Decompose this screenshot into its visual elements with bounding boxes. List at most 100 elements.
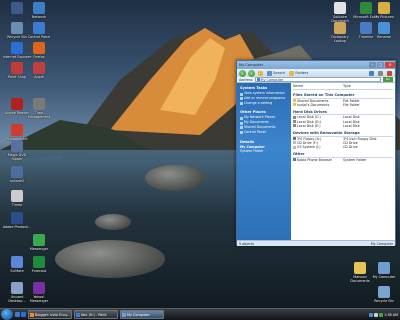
desktop-icon[interactable]: My Pictures [370,2,398,19]
desktop-icon-label: Mahoon Documents [350,275,370,283]
desktop-icon[interactable]: Rename [370,22,398,39]
cut-button[interactable] [377,70,384,76]
app-icon [33,98,45,110]
status-object-count: 9 objects [239,241,255,246]
desktop-icon[interactable]: Magic DVD Ripper [2,140,32,161]
desktop-icon-label: Forecast [31,269,47,273]
file-name-cell: Nokia Phone Browser [293,158,343,162]
drive-icon [293,141,296,145]
maximize-button[interactable]: □ [377,62,384,68]
column-headers: Name Type [293,84,393,90]
taskbar-button[interactable]: My Computer [120,310,164,319]
column-type-header[interactable]: Type [343,84,351,88]
file-row[interactable]: Local Disk (E:) Local Disk [293,124,393,128]
desktop-icon[interactable]: Recycle Bin [370,286,398,303]
desktop-icon-label: Network [31,15,47,19]
forward-button[interactable]: › [248,69,255,77]
desktop-icon[interactable]: PhotoImpact [2,124,32,141]
network-icon[interactable] [369,312,374,317]
file-row[interactable]: Nokia Phone Browser System Folder [293,158,393,162]
desktop-icon-label: Dictionary Lookup [331,35,349,43]
task-icon [240,102,243,106]
drive-icon [293,158,296,162]
start-button[interactable] [1,309,13,320]
search-icon [267,70,272,76]
desktop-icon[interactable]: Forecast [24,256,54,273]
column-name-header[interactable]: Name [293,84,343,88]
app-icon [11,62,23,74]
program-icon [122,312,126,317]
app-icon [33,282,45,294]
volume-icon[interactable] [374,312,379,317]
taskbar-button[interactable]: Blogger: bvlsi Ency... [28,310,72,319]
desktop-icon[interactable]: Apple [24,62,54,79]
wallpaper-rock [95,214,131,230]
system-task[interactable]: Change a setting [240,101,288,106]
folders-button[interactable]: Folders [288,70,309,76]
details-header[interactable]: Details [240,140,288,144]
task-icon [240,126,243,130]
desktop-icon[interactable]: Time Management [24,98,54,119]
up-button[interactable] [257,70,264,76]
clock[interactable]: 1:38 AM [384,313,398,317]
other-places-list: My Network Places My Documents Shared Docu… [240,116,288,135]
drive-icon [293,116,296,119]
app-icon [33,42,45,54]
desktop-icon[interactable]: Firefox [24,42,54,59]
file-name: Local Disk (E:) [297,123,321,128]
system-tasks-header[interactable]: System Tasks [240,86,288,90]
task-icon [240,92,243,96]
program-icon [30,312,34,317]
desktop-icon[interactable]: zphone2 [2,166,32,183]
desktop-icon[interactable]: Yahoo! Messenger [24,282,54,303]
delete-button[interactable] [386,70,393,76]
file-row[interactable]: U3 System (I:) CD Drive [293,145,393,149]
other-places-header[interactable]: Other Places [240,110,288,114]
file-groups: Files Stored on This Computer Shared Docu… [293,93,393,162]
desktop-icon[interactable]: Dictionary Lookup [326,22,354,43]
app-icon [11,166,23,178]
address-input[interactable]: My Computer [254,77,381,82]
minimize-button[interactable]: – [369,62,376,68]
drive-icon [293,99,296,103]
search-button[interactable]: Search [266,70,286,76]
app-icon [334,22,346,34]
desktop-icon[interactable]: Timex [2,190,32,207]
desktop-icon[interactable]: Adobe Photosh... [2,212,32,229]
file-type: Local Disk [343,123,360,128]
file-type: System Folder [343,157,367,162]
desktop-icon-label: Firefox [33,55,45,59]
desktop-icon[interactable]: My Computer [370,262,398,279]
file-row[interactable]: kunjal's Documents File Folder [293,103,393,107]
drive-icon [293,103,296,107]
taskbar-button[interactable]: Nec (H:) - Paint [74,310,118,319]
system-tray: 1:38 AM [369,312,400,317]
views-icon [369,70,374,76]
app-icon [33,234,45,246]
views-button[interactable] [368,70,375,76]
task-icon [240,97,243,101]
desktop-icon[interactable]: Control Panel [24,22,54,39]
folders-label: Folders [295,71,309,75]
explorer-window[interactable]: My Computer – □ × ‹ › Search Folders Add… [236,60,396,246]
window-title: My Computer [239,63,264,67]
desktop-icon-label: SciMate [10,269,24,273]
desktop-icon-label: My Computer [372,275,396,279]
messenger-tray-icon[interactable] [379,312,384,317]
go-button[interactable]: Go [383,77,393,82]
desktop-icon[interactable]: Network [24,2,54,19]
app-icon [334,2,346,14]
desktop-icon[interactable]: Messenger [24,234,54,251]
show-desktop-icon[interactable] [15,312,20,317]
app-icon [11,22,23,34]
other-place[interactable]: Control Panel [240,130,288,135]
back-button[interactable]: ‹ [239,69,246,77]
app-icon [11,256,23,268]
address-label: Address [239,77,253,82]
desktop-icon-label: Control Panel [27,35,51,39]
desktop-icon-label: Adobe Photosh... [2,225,32,229]
desktop-icon-label: Yahoo! Messenger [29,295,49,303]
desktop-icon[interactable]: Solitaire Document [326,2,354,23]
close-button[interactable]: × [385,62,395,68]
title-bar[interactable]: My Computer – □ × [237,61,395,69]
